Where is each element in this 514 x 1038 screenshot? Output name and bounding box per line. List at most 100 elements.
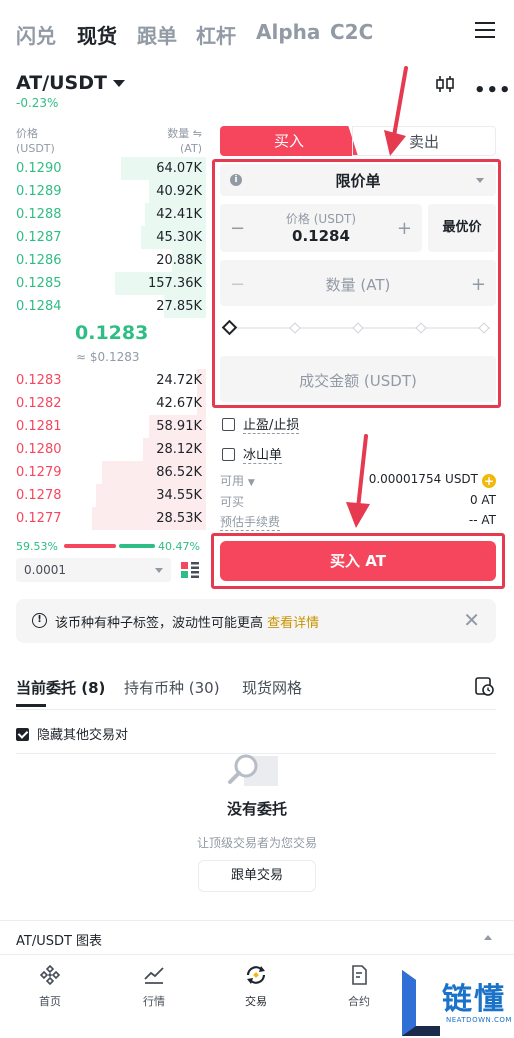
- divider: [16, 709, 496, 710]
- row-price: 0.1283: [16, 373, 62, 388]
- annotation-arrow: [346, 434, 370, 528]
- menu-icon[interactable]: [475, 22, 495, 40]
- magnifier-empty-icon: [228, 754, 278, 786]
- bid-row[interactable]: 0.1289 40.92K: [16, 180, 206, 203]
- view-details-link[interactable]: 查看详情: [267, 616, 319, 631]
- slider-step[interactable]: [289, 322, 301, 334]
- empty-title: 没有委托: [226, 800, 287, 818]
- pair-change: -0.23%: [16, 96, 59, 110]
- row-quantity: 58.91K: [156, 419, 202, 434]
- futures-doc-icon: [352, 965, 367, 985]
- annotation-arrow: [384, 66, 408, 156]
- nav-home[interactable]: 首页: [20, 963, 80, 1009]
- total-input[interactable]: 成交金额 (USDT): [220, 356, 496, 402]
- tab-c2c[interactable]: C2C: [330, 20, 373, 44]
- ob-price-header: 价格 (USDT): [16, 127, 55, 155]
- ob-qty-header[interactable]: 数量 ⇋ (AT): [158, 126, 202, 156]
- ask-row[interactable]: 0.1282 42.67K: [16, 392, 206, 415]
- ask-row[interactable]: 0.1277 28.53K: [16, 507, 206, 530]
- chart-toggle-bar[interactable]: AT/USDT 图表: [0, 920, 514, 954]
- row-quantity: 24.72K: [156, 373, 202, 388]
- add-funds-icon[interactable]: +: [482, 474, 496, 488]
- row-price: 0.1278: [16, 488, 62, 503]
- nav-markets[interactable]: 行情: [124, 963, 184, 1009]
- percentage-slider[interactable]: [221, 319, 490, 336]
- row-quantity: 28.12K: [156, 442, 202, 457]
- chevron-up-icon: [484, 935, 492, 940]
- bid-row[interactable]: 0.1285 157.36K: [16, 272, 206, 295]
- iceberg-checkbox[interactable]: 冰山单: [222, 444, 283, 464]
- slider-step[interactable]: [352, 322, 364, 334]
- row-quantity: 45.30K: [156, 230, 202, 245]
- row-quantity: 27.85K: [156, 299, 202, 314]
- ask-row[interactable]: 0.1281 58.91K: [16, 415, 206, 438]
- slider-step[interactable]: [415, 322, 427, 334]
- tab-open-orders[interactable]: 当前委托 (8): [16, 677, 105, 698]
- slider-handle[interactable]: [221, 319, 238, 336]
- top-nav: 闪兑 现货 跟单 杠杆 Alpha C2C: [0, 0, 514, 64]
- nav-futures[interactable]: 合约: [329, 963, 389, 1009]
- buy-submit-button[interactable]: 买入 AT: [220, 541, 496, 581]
- buy-ratio-bar: [64, 544, 116, 548]
- quantity-input[interactable]: − 数量 (AT) +: [220, 260, 496, 306]
- row-quantity: 34.55K: [156, 488, 202, 503]
- ask-row[interactable]: 0.1279 86.52K: [16, 461, 206, 484]
- pair-selector[interactable]: AT/USDT: [16, 72, 125, 94]
- tab-spot[interactable]: 现货: [77, 20, 117, 49]
- row-price: 0.1289: [16, 184, 62, 199]
- row-price: 0.1281: [16, 419, 62, 434]
- mid-price[interactable]: 0.1283: [75, 322, 148, 344]
- mid-fiat-price: ≈ $0.1283: [76, 350, 140, 364]
- buy-tab[interactable]: 买入: [220, 126, 358, 156]
- row-price: 0.1284: [16, 299, 62, 314]
- buy-ratio: 59.53%: [16, 540, 58, 553]
- row-price: 0.1287: [16, 230, 62, 245]
- row-price: 0.1290: [16, 161, 62, 176]
- orderbook-layout-icon[interactable]: [180, 560, 200, 580]
- watermark-logo: 链懂 NEATDOWN.COM: [400, 966, 514, 1038]
- tab-swap[interactable]: 闪兑: [16, 20, 56, 49]
- plus-icon[interactable]: +: [397, 218, 412, 239]
- hide-other-pairs-checkbox[interactable]: 隐藏其他交易对: [16, 724, 128, 743]
- price-input[interactable]: − 价格 (USDT) 0.1284 +: [220, 204, 422, 252]
- best-price-button[interactable]: 最优价: [428, 204, 496, 252]
- row-price: 0.1286: [16, 253, 62, 268]
- alert-icon: !: [32, 613, 47, 628]
- row-price: 0.1277: [16, 511, 62, 526]
- order-type-select[interactable]: i 限价单: [220, 164, 496, 196]
- ask-row[interactable]: 0.1278 34.55K: [16, 484, 206, 507]
- tab-margin[interactable]: 杠杆: [196, 20, 236, 49]
- bid-row[interactable]: 0.1290 64.07K: [16, 157, 206, 180]
- tab-copy-trading[interactable]: 跟单: [137, 20, 177, 49]
- ask-row[interactable]: 0.1283 24.72K: [16, 369, 206, 392]
- plus-icon[interactable]: +: [471, 274, 486, 295]
- row-quantity: 86.52K: [156, 465, 202, 480]
- bid-row[interactable]: 0.1288 42.41K: [16, 203, 206, 226]
- tab-holdings[interactable]: 持有币种 (30): [124, 677, 220, 698]
- slider-step[interactable]: [478, 322, 490, 334]
- sell-tab[interactable]: 卖出: [352, 126, 496, 156]
- row-quantity: 42.67K: [156, 396, 202, 411]
- depth-precision-select[interactable]: 0.0001: [16, 558, 171, 582]
- row-quantity: 20.88K: [156, 253, 202, 268]
- row-quantity: 40.92K: [156, 184, 202, 199]
- trade-swap-icon: [246, 966, 266, 984]
- ask-row[interactable]: 0.1280 28.12K: [16, 438, 206, 461]
- copy-trade-button[interactable]: 跟单交易: [198, 860, 316, 892]
- chevron-down-icon: [112, 80, 125, 87]
- seed-tag-notice: ! 该币种有种子标签，波动性可能更高 查看详情 ✕: [16, 599, 496, 643]
- tpsl-checkbox[interactable]: 止盈/止损: [222, 414, 300, 434]
- pair-symbol: AT/USDT: [16, 72, 107, 94]
- nav-trade[interactable]: 交易: [226, 963, 286, 1009]
- bid-row[interactable]: 0.1284 27.85K: [16, 295, 206, 318]
- order-history-icon[interactable]: [474, 676, 494, 696]
- close-icon[interactable]: ✕: [463, 608, 480, 632]
- tab-spot-grid[interactable]: 现货网格: [242, 677, 302, 698]
- row-quantity: 28.53K: [156, 511, 202, 526]
- more-icon[interactable]: •••: [474, 80, 512, 101]
- tab-alpha[interactable]: Alpha: [256, 20, 320, 44]
- bid-row[interactable]: 0.1287 45.30K: [16, 226, 206, 249]
- bid-row[interactable]: 0.1286 20.88K: [16, 249, 206, 272]
- candlestick-icon[interactable]: [434, 74, 456, 94]
- row-price: 0.1282: [16, 396, 62, 411]
